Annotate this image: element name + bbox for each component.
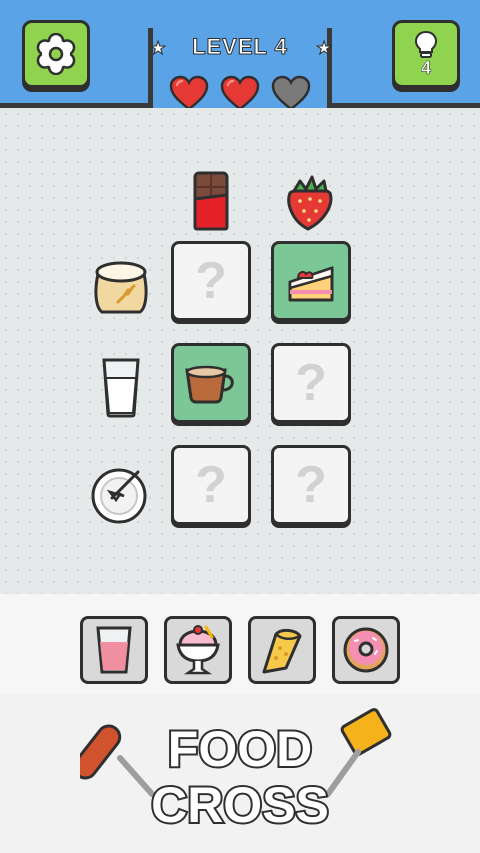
ice-cream-sundae-icon	[176, 625, 220, 675]
grid-cell-empty[interactable]: ?	[271, 343, 351, 423]
logo-food-text: FOOD	[168, 721, 312, 777]
column-clue-strawberry	[275, 166, 345, 236]
crepe-icon	[262, 628, 302, 674]
heart-icon	[220, 75, 260, 111]
logo-cross-text: CROSS	[151, 777, 329, 833]
butter-fork-icon	[325, 708, 392, 797]
heart-empty-icon	[271, 75, 311, 111]
question-mark: ?	[295, 354, 327, 412]
grid-cell-empty[interactable]: ?	[271, 445, 351, 525]
grid-cell-filled[interactable]	[171, 343, 251, 423]
hint-count: 4	[420, 57, 432, 78]
whisk-bowl-icon	[91, 468, 147, 524]
donut-icon	[343, 627, 389, 673]
star-icon: ★	[315, 38, 333, 59]
question-mark: ?	[295, 456, 327, 514]
row-clue-milk	[86, 352, 156, 422]
strawberry-milk-icon	[96, 626, 132, 674]
grid-cell-empty[interactable]: ?	[171, 445, 251, 525]
milk-glass-icon	[102, 358, 140, 418]
coffee-cup-icon	[185, 365, 234, 404]
hint-button[interactable]: 4	[392, 20, 460, 88]
question-mark: ?	[195, 252, 227, 310]
grid-cell-filled[interactable]	[271, 241, 351, 321]
chocolate-bar-icon	[193, 171, 229, 231]
sausage-fork-icon	[80, 724, 155, 797]
heart-icon	[169, 75, 209, 111]
option-strawberry-milk[interactable]	[80, 616, 148, 684]
option-donut[interactable]	[332, 616, 400, 684]
lightbulb-icon	[414, 30, 438, 58]
food-cross-logo: FOOD CROSS	[80, 708, 392, 835]
answer-tray	[0, 594, 480, 694]
column-clue-chocolate	[176, 166, 246, 236]
question-mark: ?	[195, 456, 227, 514]
option-crepe[interactable]	[248, 616, 316, 684]
flour-sack-icon	[94, 261, 148, 314]
option-ice-cream-sundae[interactable]	[164, 616, 232, 684]
strawberry-cake-icon	[288, 266, 334, 302]
grid-cell-empty[interactable]: ?	[171, 241, 251, 321]
lives-indicator	[168, 74, 312, 112]
row-clue-flour	[86, 250, 156, 320]
strawberry-icon	[287, 175, 333, 231]
row-clue-whisk	[86, 456, 156, 526]
